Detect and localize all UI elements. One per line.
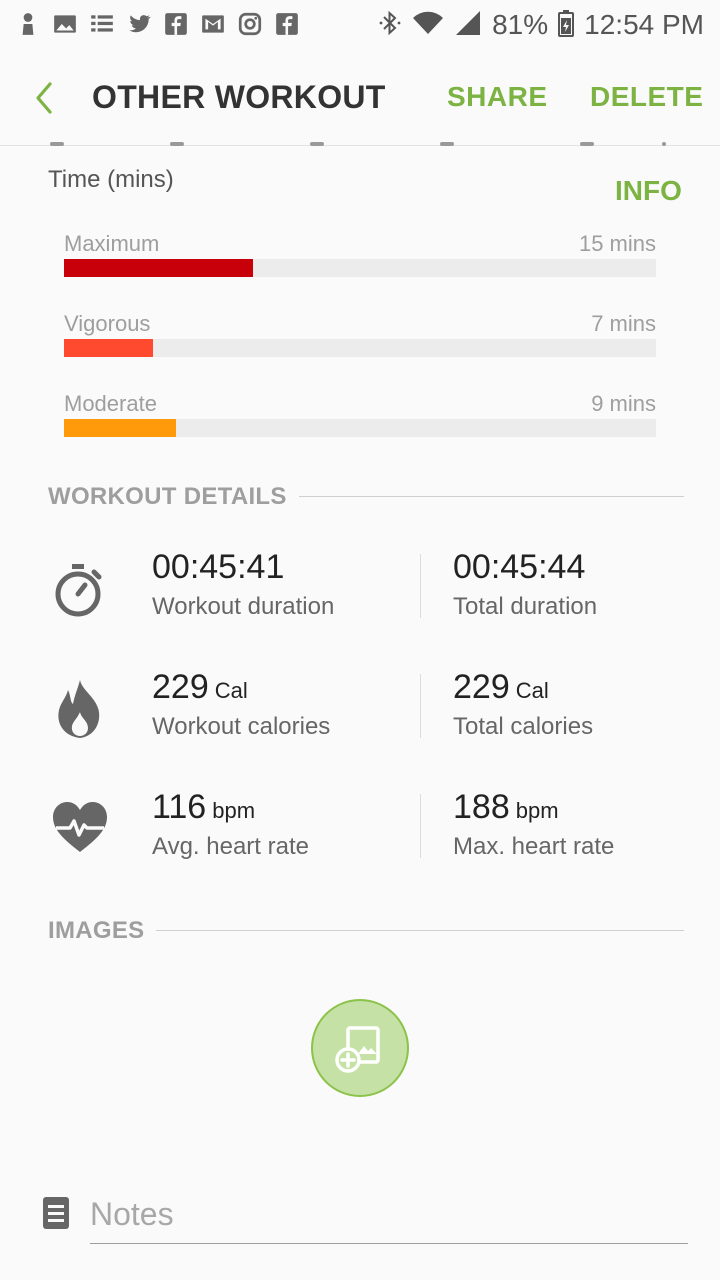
battery-icon xyxy=(558,9,575,42)
add-image-icon xyxy=(335,1026,380,1073)
zone-bar-track xyxy=(64,339,656,357)
zone-bar-fill xyxy=(64,419,177,437)
zone-value: 7 mins xyxy=(591,311,656,336)
axis-label: Time (mins) xyxy=(48,166,174,193)
calories-row: 229 Cal Workout calories 229 Cal Total cal… xyxy=(0,668,720,768)
total-duration: 00:45:44 Total duration xyxy=(453,548,597,621)
max-heart-rate-label: Max. heart rate xyxy=(453,833,615,860)
bluetooth-icon xyxy=(378,9,402,42)
chart-tick-peek xyxy=(40,142,680,150)
workout-calories: 229 Cal Workout calories xyxy=(152,668,330,741)
delete-button[interactable]: DELETE xyxy=(590,81,703,113)
column-divider xyxy=(420,554,421,618)
system-icons: 81% 12:54 PM xyxy=(378,6,704,44)
workout-duration: 00:45:41 Workout duration xyxy=(152,548,334,621)
unit: bpm xyxy=(212,798,256,823)
twitter-icon xyxy=(125,10,153,38)
workout-calories-value: 229 xyxy=(152,668,209,706)
list-icon xyxy=(88,10,116,38)
column-divider xyxy=(420,794,421,858)
unit: Cal xyxy=(515,678,549,703)
clock: 12:54 PM xyxy=(584,9,704,40)
total-calories-value: 229 xyxy=(453,668,510,706)
zone-name: Maximum xyxy=(64,231,160,256)
notes-input[interactable] xyxy=(90,1186,688,1244)
zone-bar-track xyxy=(64,419,656,437)
notes-icon xyxy=(42,1196,70,1230)
max-heart-rate-value: 188 xyxy=(453,788,510,826)
heart-rate-icon xyxy=(50,798,110,858)
unit: Cal xyxy=(214,678,248,703)
workout-calories-label: Workout calories xyxy=(152,713,331,740)
info-button[interactable]: INFO xyxy=(615,175,682,207)
avg-heart-rate-label: Avg. heart rate xyxy=(152,833,309,860)
total-duration-label: Total duration xyxy=(453,593,598,620)
image-icon xyxy=(51,10,79,38)
zone-bar-track xyxy=(64,259,656,277)
instagram-icon xyxy=(236,10,264,38)
gmail-icon xyxy=(199,10,227,38)
zone-bar-fill xyxy=(64,259,254,277)
section-title: IMAGES xyxy=(48,917,157,945)
total-duration-value: 00:45:44 xyxy=(453,548,586,586)
zone-value: 9 mins xyxy=(591,391,656,416)
zone-bar-fill xyxy=(64,339,153,357)
status-bar: 81% 12:54 PM xyxy=(0,0,720,50)
total-calories: 229 Cal Total calories xyxy=(453,668,593,741)
heart-rate-row: 116 bpm Avg. heart rate 188 bpm Max. heart… xyxy=(0,788,720,888)
zone-name: Vigorous xyxy=(64,311,151,336)
wifi-icon xyxy=(412,10,444,41)
workout-duration-value: 00:45:41 xyxy=(152,548,285,586)
zone-maximum: Maximum 15 mins xyxy=(64,231,656,291)
total-calories-label: Total calories xyxy=(453,713,594,740)
person-icon xyxy=(14,10,42,38)
flame-icon xyxy=(50,678,110,738)
zone-vigorous: Vigorous 7 mins xyxy=(64,311,656,371)
avg-heart-rate-value: 116 xyxy=(152,788,207,826)
unit: bpm xyxy=(515,798,559,823)
app-bar: OTHER WORKOUT SHARE DELETE xyxy=(0,50,720,146)
facebook-icon xyxy=(162,10,190,38)
add-image-button[interactable] xyxy=(311,999,409,1097)
facebook-icon xyxy=(273,10,301,38)
back-button[interactable] xyxy=(26,78,66,118)
zone-moderate: Moderate 9 mins xyxy=(64,391,656,451)
stopwatch-icon xyxy=(50,558,110,618)
chevron-left-icon xyxy=(36,82,52,114)
signal-icon xyxy=(454,9,482,42)
images-header: IMAGES xyxy=(48,917,684,947)
zone-value: 15 mins xyxy=(578,231,656,256)
battery-percent: 81% xyxy=(492,9,549,40)
workout-details-header: WORKOUT DETAILS xyxy=(48,483,684,513)
notification-icons xyxy=(14,10,301,38)
workout-duration-label: Workout duration xyxy=(152,593,335,620)
column-divider xyxy=(420,674,421,738)
max-heart-rate: 188 bpm Max. heart rate xyxy=(453,788,614,861)
zone-name: Moderate xyxy=(64,391,157,416)
share-button[interactable]: SHARE xyxy=(447,81,548,113)
duration-row: 00:45:41 Workout duration 00:45:44 Total… xyxy=(0,548,720,648)
avg-heart-rate: 116 bpm Avg. heart rate xyxy=(152,788,309,861)
section-title: WORKOUT DETAILS xyxy=(48,483,299,511)
page-title: OTHER WORKOUT xyxy=(92,79,386,115)
